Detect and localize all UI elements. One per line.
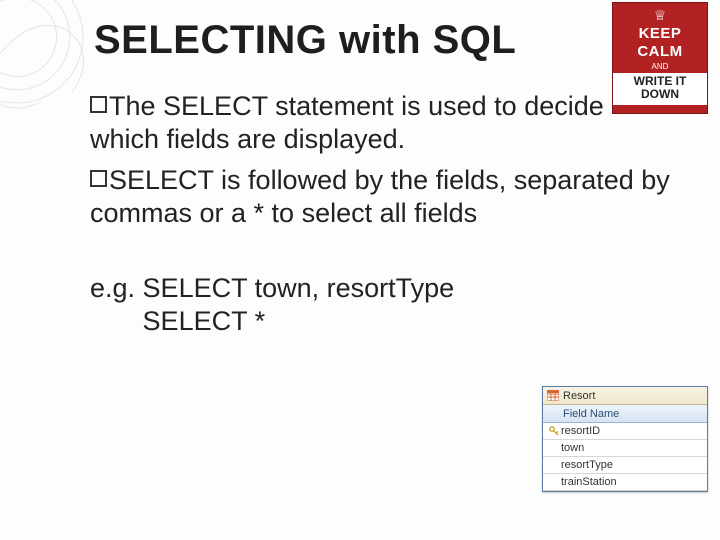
field-name: resortType — [561, 459, 613, 471]
bullet-2: SELECT is followed by the fields, separa… — [90, 164, 680, 230]
table-row: resortType — [543, 457, 707, 474]
slide-title: SELECTING with SQL — [94, 18, 516, 63]
table-tab: Resort — [543, 387, 707, 405]
example-line-2: SELECT * — [143, 306, 266, 336]
table-header: Field Name — [543, 405, 707, 423]
db-table-preview: Resort Field Name resortID town resortType… — [542, 386, 708, 492]
example-block: e.g. SELECT town, resortType e.g. SELECT… — [90, 272, 680, 338]
table-row: resortID — [543, 423, 707, 440]
example-prefix: e.g. — [90, 273, 143, 303]
example-line-1: SELECT town, resortType — [143, 273, 455, 303]
slide-body: The SELECT statement is used to decide w… — [90, 90, 680, 338]
crown-icon: ♕ — [613, 7, 707, 24]
bullet-text: SELECT is followed by the fields, separa… — [90, 165, 670, 228]
poster-line-3: WRITE IT — [613, 75, 707, 88]
bullet-1: The SELECT statement is used to decide w… — [90, 90, 680, 156]
poster-line-2: CALM — [613, 44, 707, 60]
poster-line-1: KEEP — [613, 26, 707, 42]
field-name: trainStation — [561, 476, 617, 488]
bullet-text: The SELECT statement is used to decide w… — [90, 91, 604, 154]
table-icon — [547, 390, 559, 401]
checkbox-icon — [90, 96, 107, 113]
table-row: town — [543, 440, 707, 457]
key-icon — [549, 426, 559, 436]
checkbox-icon — [90, 170, 107, 187]
poster-and: AND — [613, 62, 707, 71]
table-row: trainStation — [543, 474, 707, 491]
table-tab-label: Resort — [563, 390, 595, 402]
table-header-label: Field Name — [563, 408, 619, 420]
field-name: resortID — [561, 425, 600, 437]
field-name: town — [561, 442, 584, 454]
pk-column — [547, 426, 561, 436]
